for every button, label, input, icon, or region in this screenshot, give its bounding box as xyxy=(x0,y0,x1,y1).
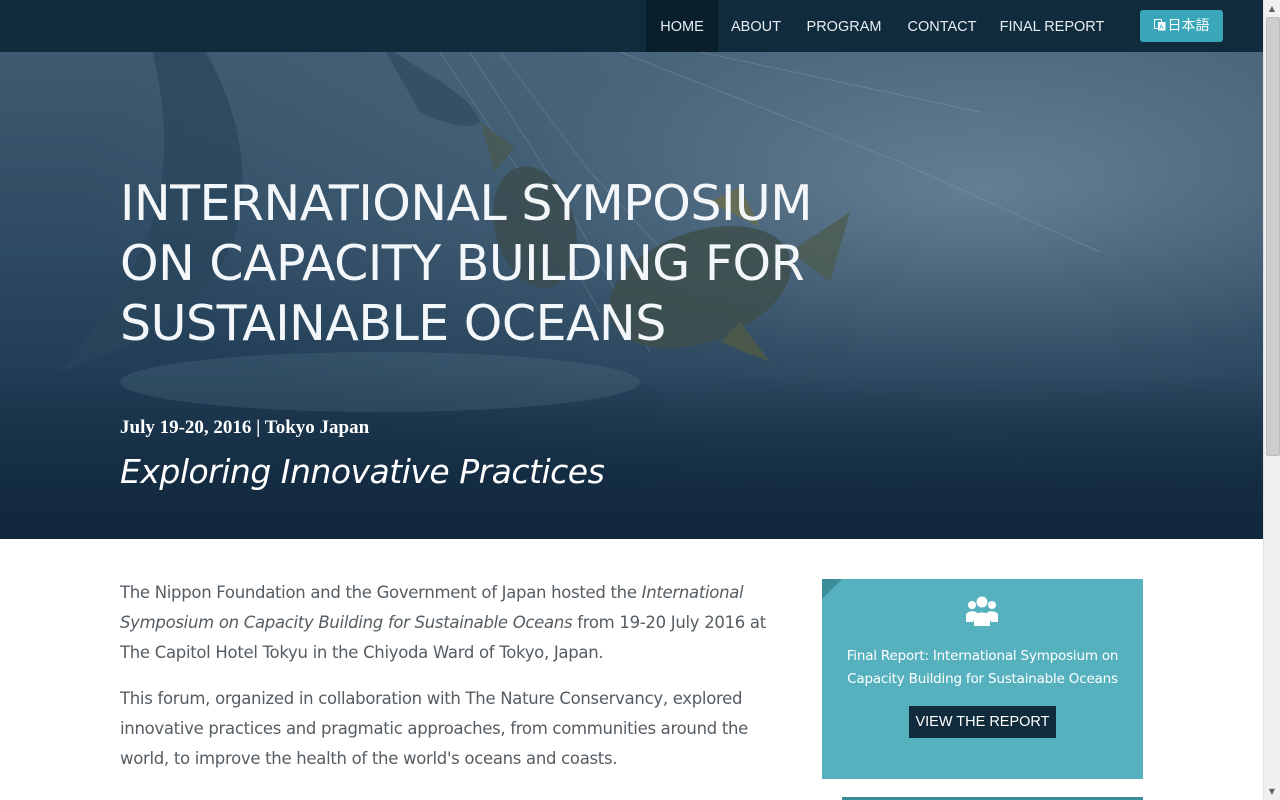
intro-text-start: The Nippon Foundation and the Government… xyxy=(120,583,642,602)
top-navbar: HOME ABOUT PROGRAM CONTACT FINAL REPORT … xyxy=(0,0,1263,52)
nav-home[interactable]: HOME xyxy=(646,0,718,52)
hero-title: INTERNATIONAL SYMPOSIUM ON CAPACITY BUIL… xyxy=(120,175,813,352)
card-corner-fold xyxy=(822,579,842,599)
nav-contact[interactable]: CONTACT xyxy=(898,0,986,52)
hero-tagline: Exploring Innovative Practices xyxy=(120,452,605,491)
hero-banner: INTERNATIONAL SYMPOSIUM ON CAPACITY BUIL… xyxy=(0,52,1263,539)
intro-paragraph: The Nippon Foundation and the Government… xyxy=(120,578,790,668)
translate-icon: A xyxy=(1153,19,1165,31)
language-button-label: 日本語 xyxy=(1167,18,1210,34)
view-report-button[interactable]: VIEW THE REPORT xyxy=(909,706,1056,738)
nav-about[interactable]: ABOUT xyxy=(722,0,790,52)
people-group-icon xyxy=(966,596,998,626)
scrollbar-thumb[interactable] xyxy=(1266,17,1280,456)
hero-date: July 19-20, 2016 | Tokyo Japan xyxy=(120,417,370,438)
language-button[interactable]: A 日本語 xyxy=(1140,10,1223,42)
scroll-down-arrow-icon[interactable]: ▼ xyxy=(1264,783,1280,800)
forum-paragraph: This forum, organized in collaboration w… xyxy=(120,689,749,768)
scroll-up-arrow-icon[interactable]: ▲ xyxy=(1264,0,1280,17)
nav-program[interactable]: PROGRAM xyxy=(800,0,888,52)
report-card-text: Final Report: International Symposium on… xyxy=(846,648,1119,687)
nav-final-report[interactable]: FINAL REPORT xyxy=(996,0,1108,52)
vertical-scrollbar[interactable]: ▲ ▼ xyxy=(1263,0,1280,800)
